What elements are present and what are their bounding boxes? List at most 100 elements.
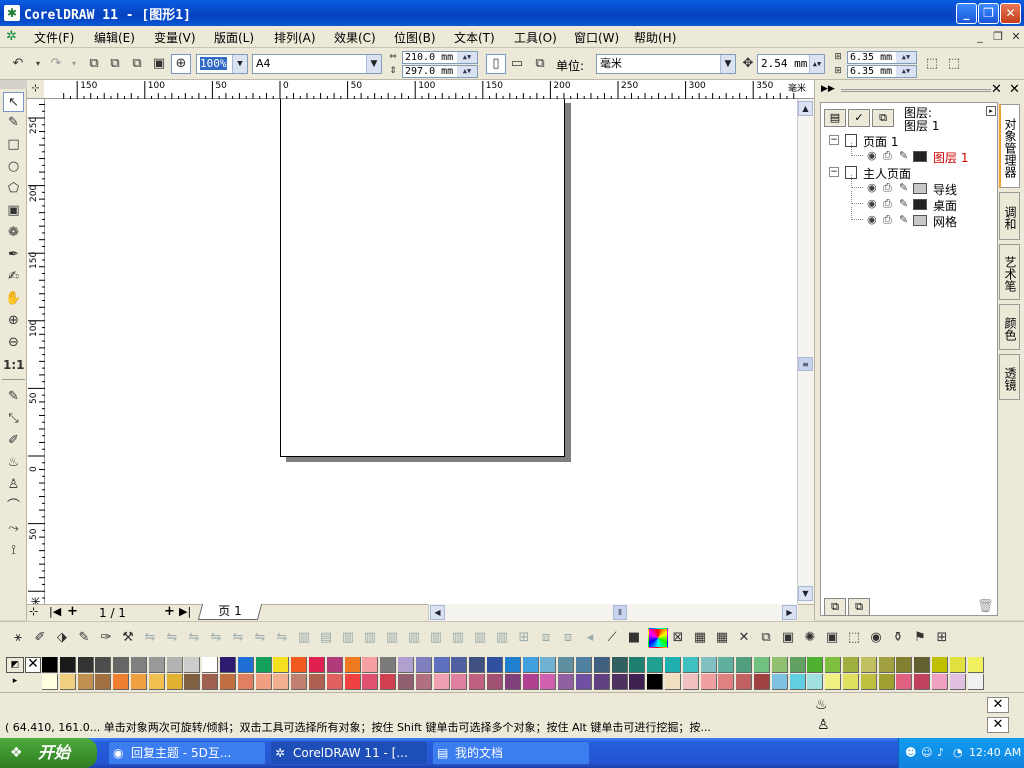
lower-tool-icon[interactable]: ⬗ bbox=[52, 628, 72, 648]
edit-across-layers-icon[interactable]: ✓ bbox=[848, 109, 870, 127]
palette-swatch[interactable] bbox=[433, 674, 450, 690]
palette-menu-icon[interactable]: ◩ bbox=[6, 657, 24, 673]
document-page[interactable] bbox=[280, 99, 565, 457]
undo-icon[interactable]: ↶ bbox=[8, 54, 28, 74]
interactive-connector-icon[interactable]: ⟟ bbox=[3, 541, 24, 561]
palette-swatch[interactable] bbox=[932, 674, 948, 690]
zoom-tool-icon[interactable]: ⊕ bbox=[171, 54, 191, 74]
menu-item-6[interactable]: 位图(B) bbox=[394, 29, 436, 46]
last-page-icon[interactable]: ▶| bbox=[179, 605, 191, 618]
palette-swatch[interactable] bbox=[593, 657, 610, 673]
lower-tool-icon[interactable]: ▥ bbox=[426, 628, 446, 648]
volume-icon[interactable]: ♪ bbox=[937, 738, 944, 768]
doc-close-button[interactable]: ✕ bbox=[1008, 29, 1024, 44]
doc-minimize-button[interactable]: _ bbox=[972, 29, 988, 44]
palette-swatch[interactable] bbox=[789, 674, 806, 690]
layer-name-label[interactable]: 网格 bbox=[933, 213, 957, 230]
palette-swatch[interactable] bbox=[344, 674, 361, 690]
close-button[interactable]: ✕ bbox=[1000, 3, 1021, 24]
palette-swatch[interactable] bbox=[860, 674, 877, 690]
fill-bucket-icon[interactable]: ♨ bbox=[815, 697, 828, 713]
text-tool-icon[interactable]: ▣ bbox=[3, 201, 24, 221]
taskbar-task-my-documents[interactable]: ▤ 我的文档 bbox=[432, 741, 590, 765]
palette-swatch[interactable] bbox=[522, 657, 539, 673]
palette-swatch[interactable] bbox=[629, 657, 646, 673]
palette-swatch[interactable] bbox=[825, 674, 842, 690]
nudge-distance-input[interactable]: 2.54 mm ▲▼ bbox=[757, 54, 825, 74]
lower-tool-icon[interactable]: ⇋ bbox=[140, 628, 160, 648]
palette-swatch[interactable] bbox=[771, 657, 788, 673]
palette-swatch[interactable] bbox=[148, 657, 165, 673]
palette-swatch[interactable] bbox=[326, 674, 343, 690]
scroll-left-icon[interactable]: ◀ bbox=[430, 605, 445, 620]
chevron-down-icon[interactable]: ▼ bbox=[232, 55, 247, 73]
lower-tool-icon[interactable]: ⚹ bbox=[8, 628, 28, 648]
clock-icon[interactable]: ◔ bbox=[953, 738, 963, 768]
pencil-icon[interactable]: ✎ bbox=[899, 197, 908, 210]
palette-swatch[interactable] bbox=[558, 674, 575, 690]
page-tab-1[interactable]: 页 1 bbox=[197, 604, 263, 620]
palette-swatch[interactable] bbox=[558, 657, 575, 673]
palette-swatch[interactable] bbox=[131, 674, 147, 690]
zoom-in-icon[interactable]: ⊕ bbox=[3, 311, 24, 331]
palette-swatch[interactable] bbox=[754, 674, 770, 690]
palette-swatch[interactable] bbox=[682, 657, 699, 673]
palette-swatch[interactable] bbox=[220, 674, 236, 690]
vertical-scrollbar[interactable]: ▲ ≡ ▼ bbox=[797, 99, 814, 604]
shape-tool-icon[interactable]: ✎ bbox=[3, 113, 24, 133]
menu-item-10[interactable]: 帮助(H) bbox=[634, 29, 676, 46]
lower-tool-icon[interactable]: ▦ bbox=[712, 628, 732, 648]
redo-dropdown-icon[interactable]: ▾ bbox=[64, 54, 84, 74]
landscape-icon[interactable]: ▭ bbox=[507, 54, 527, 74]
export-icon[interactable]: ⧉ bbox=[105, 54, 125, 74]
palette-swatch[interactable] bbox=[398, 657, 414, 673]
lower-tool-icon[interactable]: ⧈ bbox=[558, 628, 578, 648]
ruler-origin-icon[interactable]: ⊹ bbox=[27, 80, 45, 99]
palette-swatch[interactable] bbox=[718, 674, 735, 690]
tree-node-label[interactable]: 主人页面 bbox=[863, 165, 911, 182]
pen-tool-icon[interactable]: ♙ bbox=[3, 475, 24, 495]
palette-swatch[interactable] bbox=[665, 674, 681, 690]
network-users-icon[interactable]: ☺ bbox=[921, 738, 932, 768]
palette-swatch[interactable] bbox=[362, 657, 379, 673]
tray-clock[interactable]: 12:40 AM bbox=[969, 738, 1021, 768]
palette-swatch[interactable] bbox=[896, 674, 913, 690]
zoom-out-icon[interactable]: ⊖ bbox=[3, 333, 24, 353]
spin-arrows-icon[interactable]: ▲▼ bbox=[896, 66, 916, 77]
palette-swatch[interactable] bbox=[184, 657, 201, 673]
printer-icon[interactable]: ⎙ bbox=[883, 213, 892, 227]
lower-tool-icon[interactable]: ▥ bbox=[338, 628, 358, 648]
rectangle-tool-icon[interactable]: □ bbox=[3, 135, 24, 155]
palette-swatch[interactable] bbox=[878, 657, 895, 673]
import-icon[interactable]: ⧉ bbox=[84, 54, 104, 74]
palette-swatch[interactable] bbox=[700, 674, 717, 690]
palette-swatch[interactable] bbox=[487, 674, 503, 690]
palette-swatch[interactable] bbox=[59, 657, 76, 673]
first-page-icon[interactable]: |◀ bbox=[49, 605, 61, 618]
horizontal-ruler[interactable]: 150 100 50 0 50 100 150 200 250 300 350 毫米 bbox=[44, 80, 814, 99]
lower-tool-icon[interactable]: ⚑ bbox=[910, 628, 930, 648]
doc-restore-button[interactable]: ❐ bbox=[990, 29, 1006, 44]
duplicate-y-input[interactable]: 6.35 mm ▲▼ bbox=[847, 65, 917, 78]
layer-color-swatch[interactable] bbox=[913, 215, 927, 226]
layer-manager-view-icon[interactable]: ⧉ bbox=[872, 109, 894, 127]
palette-swatch[interactable] bbox=[469, 657, 486, 673]
portrait-icon[interactable]: ▯ bbox=[486, 54, 506, 74]
palette-swatch[interactable] bbox=[736, 657, 753, 673]
coreldraw-balloon-icon[interactable]: ✱ bbox=[4, 5, 20, 21]
palette-swatch[interactable] bbox=[237, 657, 254, 673]
palette-swatch[interactable] bbox=[291, 657, 308, 673]
palette-swatch[interactable] bbox=[843, 674, 859, 690]
palette-swatch[interactable] bbox=[326, 657, 343, 673]
lower-tool-icon[interactable]: ⟋ bbox=[602, 628, 622, 648]
docker-tab-3[interactable]: 颜色 bbox=[999, 304, 1020, 350]
spin-arrows-icon[interactable]: ▲▼ bbox=[896, 52, 916, 63]
page-layout-icon[interactable]: ⧉ bbox=[530, 54, 550, 74]
palette-swatch[interactable] bbox=[665, 657, 681, 673]
layer-color-swatch[interactable] bbox=[913, 199, 927, 210]
palette-swatch[interactable] bbox=[967, 674, 984, 690]
lower-tool-icon[interactable]: ▦ bbox=[690, 628, 710, 648]
palette-swatch[interactable] bbox=[469, 674, 486, 690]
menu-item-8[interactable]: 工具(O) bbox=[514, 29, 557, 46]
vertical-scroll-thumb[interactable]: ≡ bbox=[798, 357, 813, 371]
